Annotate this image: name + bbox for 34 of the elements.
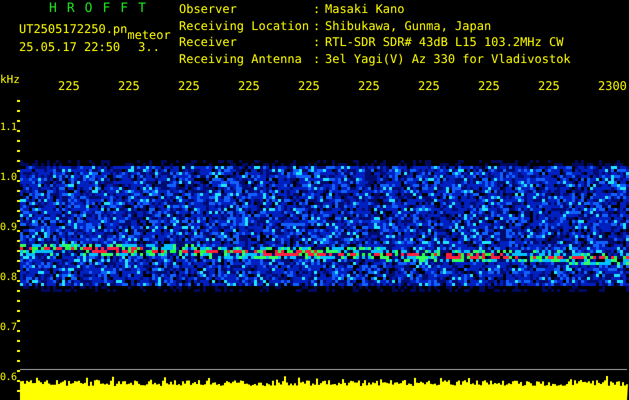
axis-unit: kHz: [0, 73, 20, 86]
frequency-tick-label: 0.7: [0, 322, 17, 333]
frequency-tick-label: 0.6: [0, 372, 17, 383]
info-value: 3el Yagi(V) Az 330 for Vladivostok: [325, 54, 571, 68]
time-tick-label: 225: [538, 79, 560, 93]
info-separator: :: [313, 20, 322, 34]
info-separator: :: [313, 37, 322, 51]
frequency-tick-label: 1.1: [0, 122, 17, 133]
info-label: Receiving Location: [179, 20, 310, 35]
time-tick-label: 225: [298, 79, 320, 93]
frequency-tick-label: 1.0: [0, 172, 17, 183]
info-label: Receiving Antenna: [179, 54, 303, 68]
info-separator: :: [313, 54, 322, 68]
time-tick-label: 225: [238, 79, 260, 93]
frequency-tick-label: 0.8: [0, 272, 17, 283]
info-label: Receiver: [179, 37, 238, 51]
time-tick-label: 2300: [598, 79, 627, 93]
mode-label: meteor: [127, 28, 171, 42]
time-tick-label: 225: [58, 79, 80, 93]
info-value: Shibukawa, Gunma, Japan: [325, 20, 492, 34]
time-tick-label: 225: [118, 79, 140, 93]
time-tick-label: 225: [418, 79, 440, 93]
app-title: HROFFT: [49, 2, 157, 16]
timestamp: 25.05.17 22:50: [19, 40, 120, 54]
frequency-tick-label: 0.9: [0, 222, 17, 233]
time-tick-label: 225: [358, 79, 380, 93]
counter: 3..: [138, 40, 160, 54]
info-separator: :: [313, 4, 322, 18]
info-value: Masaki Kano: [325, 4, 406, 18]
file-name: UT2505172250.pn: [19, 22, 128, 36]
time-tick-label: 225: [478, 79, 500, 93]
info-label: Observer: [179, 4, 238, 18]
info-value: RTL-SDR SDR# 43dB L15 103.2MHz CW: [325, 37, 564, 51]
time-tick-label: 225: [178, 79, 200, 93]
